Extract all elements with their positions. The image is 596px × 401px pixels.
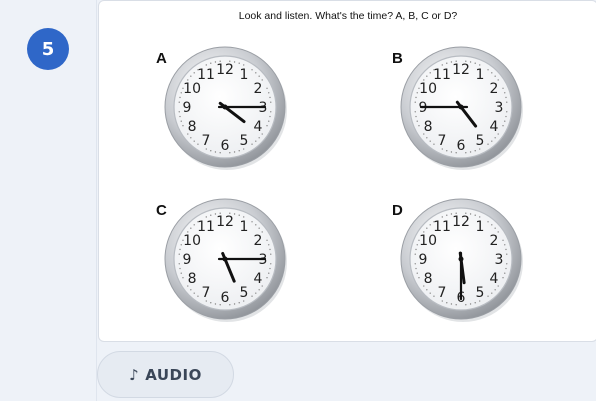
music-note-icon: ♪ [129, 365, 140, 384]
question-rail: 5 [0, 0, 97, 401]
svg-text:10: 10 [419, 233, 437, 249]
svg-text:5: 5 [476, 133, 485, 149]
svg-text:2: 2 [489, 233, 498, 249]
svg-text:6: 6 [457, 138, 466, 154]
svg-text:11: 11 [197, 67, 215, 83]
svg-text:1: 1 [240, 67, 249, 83]
svg-text:5: 5 [240, 133, 249, 149]
question-number-badge: 5 [27, 28, 69, 70]
svg-text:5: 5 [476, 285, 485, 301]
svg-text:4: 4 [489, 119, 498, 135]
svg-text:7: 7 [438, 133, 447, 149]
svg-text:8: 8 [188, 271, 197, 287]
svg-text:2: 2 [489, 81, 498, 97]
svg-text:12: 12 [452, 62, 470, 78]
svg-text:4: 4 [253, 271, 262, 287]
svg-text:8: 8 [188, 119, 197, 135]
svg-text:9: 9 [183, 100, 192, 116]
svg-text:6: 6 [221, 138, 230, 154]
audio-button[interactable]: ♪ AUDIO [97, 351, 234, 398]
clock-a-icon: 121234567891011 [164, 46, 287, 170]
svg-text:9: 9 [183, 252, 192, 268]
instruction-text: Look and listen. What's the time? A, B, … [238, 10, 458, 22]
svg-text:12: 12 [452, 214, 470, 230]
svg-text:11: 11 [197, 219, 215, 235]
svg-text:8: 8 [424, 271, 433, 287]
audio-button-label: AUDIO [145, 365, 202, 384]
svg-text:4: 4 [253, 119, 262, 135]
svg-text:1: 1 [476, 67, 485, 83]
svg-text:1: 1 [240, 219, 249, 235]
svg-text:10: 10 [183, 233, 201, 249]
clock-b-icon: 121234567891011 [400, 46, 523, 170]
svg-text:8: 8 [424, 119, 433, 135]
svg-text:2: 2 [253, 233, 262, 249]
svg-text:1: 1 [476, 219, 485, 235]
svg-text:10: 10 [419, 81, 437, 97]
svg-text:7: 7 [438, 285, 447, 301]
svg-text:12: 12 [216, 62, 234, 78]
svg-text:9: 9 [419, 252, 428, 268]
svg-text:11: 11 [433, 219, 451, 235]
svg-text:10: 10 [183, 81, 201, 97]
clock-d-icon: 121234567891011 [400, 198, 523, 322]
svg-text:7: 7 [202, 285, 211, 301]
svg-text:11: 11 [433, 67, 451, 83]
svg-text:12: 12 [216, 214, 234, 230]
svg-text:6: 6 [221, 290, 230, 306]
svg-text:2: 2 [253, 81, 262, 97]
svg-text:7: 7 [202, 133, 211, 149]
svg-text:5: 5 [240, 285, 249, 301]
svg-text:3: 3 [495, 252, 504, 268]
exercise-card: Look and listen. What's the time? A, B, … [98, 0, 596, 342]
svg-text:4: 4 [489, 271, 498, 287]
svg-text:3: 3 [495, 100, 504, 116]
clock-c-icon: 121234567891011 [164, 198, 287, 322]
